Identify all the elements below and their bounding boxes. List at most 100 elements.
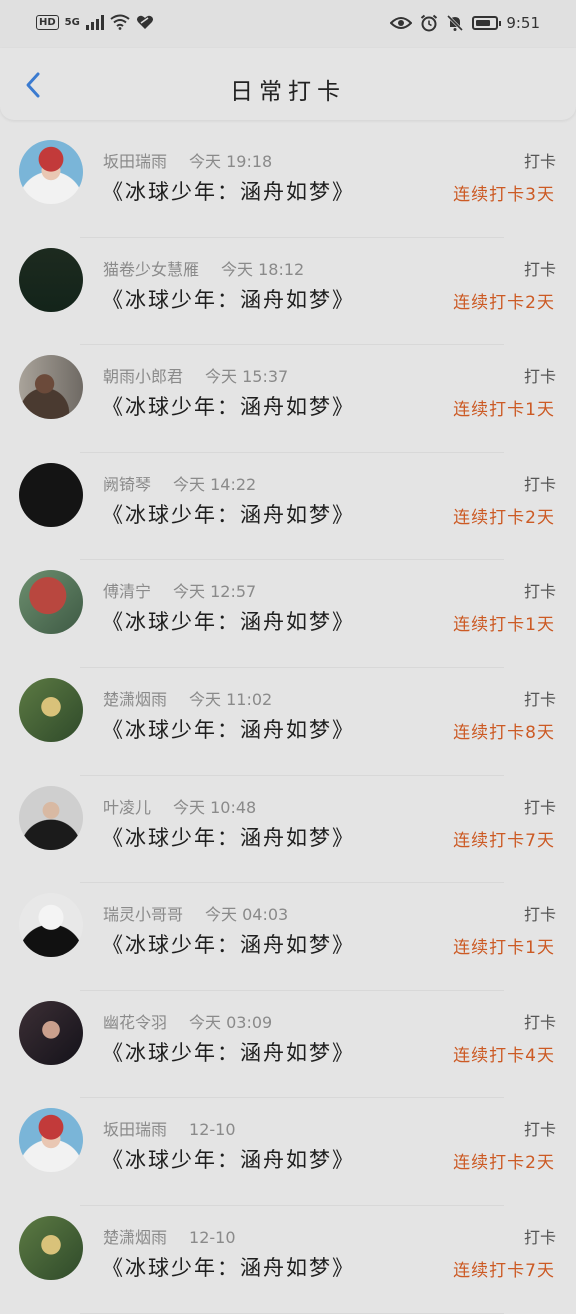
username[interactable]: 猫卷少女慧雁 [103, 260, 199, 279]
book-title[interactable]: 《冰球少年：涵舟如梦》 [102, 714, 355, 744]
status-left: HD 5G [36, 14, 154, 30]
checkin-time: 今天 10:48 [173, 797, 257, 817]
row-divider [80, 1312, 504, 1314]
avatar[interactable] [19, 677, 83, 742]
battery-icon [472, 16, 502, 30]
checkin-row[interactable]: 楚潇烟雨 今天 11:02 《冰球少年：涵舟如梦》 打卡 连续打卡8天 [0, 668, 576, 776]
checkin-list: 坂田瑞雨 今天 19:18 《冰球少年：涵舟如梦》 打卡 连续打卡3天 猫卷少女慧… [0, 130, 576, 1314]
username[interactable]: 朝雨小郎君 [103, 367, 183, 386]
checkin-row[interactable]: 幽花令羽 今天 03:09 《冰球少年：涵舟如梦》 打卡 连续打卡4天 [0, 991, 576, 1099]
checkin-row[interactable]: 叶凌儿 今天 10:48 《冰球少年：涵舟如梦》 打卡 连续打卡7天 [0, 776, 576, 884]
avatar[interactable] [19, 355, 83, 420]
streak-label: 连续打卡8天 [453, 722, 555, 743]
checkin-label: 打卡 [523, 474, 556, 494]
checkin-time: 12-10 [189, 1227, 236, 1247]
checkin-time: 今天 19:18 [189, 152, 273, 171]
username[interactable]: 坂田瑞雨 [103, 152, 167, 171]
checkin-row[interactable]: 朝雨小郎君 今天 15:37 《冰球少年：涵舟如梦》 打卡 连续打卡1天 [0, 345, 576, 453]
book-title[interactable]: 《冰球少年：涵舟如梦》 [102, 1144, 355, 1174]
checkin-label: 打卡 [523, 1012, 556, 1032]
username[interactable]: 坂田瑞雨 [103, 1120, 167, 1139]
checkin-label: 打卡 [523, 582, 556, 602]
streak-label: 连续打卡1天 [453, 615, 555, 636]
checkin-time: 12-10 [189, 1120, 236, 1140]
checkin-row[interactable]: 坂田瑞雨 今天 19:18 《冰球少年：涵舟如梦》 打卡 连续打卡3天 [0, 130, 576, 238]
username[interactable]: 叶凌儿 [103, 798, 151, 817]
streak-label: 连续打卡2天 [453, 292, 555, 313]
book-title[interactable]: 《冰球少年：涵舟如梦》 [102, 822, 355, 852]
checkin-row[interactable]: 坂田瑞雨 12-10 《冰球少年：涵舟如梦》 打卡 连续打卡2天 [0, 1098, 576, 1206]
checkin-label: 打卡 [523, 689, 556, 709]
streak-label: 连续打卡7天 [453, 830, 555, 851]
checkin-time: 今天 15:37 [205, 367, 289, 387]
username[interactable]: 楚潇烟雨 [103, 1228, 167, 1247]
streak-label: 连续打卡7天 [453, 1260, 555, 1281]
row-meta: 楚潇烟雨 12-10 [103, 1224, 236, 1248]
row-meta: 猫卷少女慧雁 今天 18:12 [103, 256, 304, 280]
status-time: 9:51 [506, 14, 540, 32]
book-title[interactable]: 《冰球少年：涵舟如梦》 [102, 176, 355, 206]
avatar[interactable] [19, 785, 83, 850]
row-meta: 朝雨小郎君 今天 15:37 [103, 363, 288, 387]
username[interactable]: 幽花令羽 [103, 1013, 167, 1032]
username[interactable]: 瑞灵小哥哥 [103, 905, 183, 924]
checkin-label: 打卡 [523, 1227, 556, 1247]
checkin-label: 打卡 [523, 905, 556, 925]
checkin-row[interactable]: 瑞灵小哥哥 今天 04:03 《冰球少年：涵舟如梦》 打卡 连续打卡1天 [0, 883, 576, 991]
avatar[interactable] [19, 570, 83, 635]
checkin-label: 打卡 [523, 367, 556, 387]
username[interactable]: 傅清宁 [103, 582, 151, 601]
book-title[interactable]: 《冰球少年：涵舟如梦》 [102, 606, 355, 636]
streak-label: 连续打卡2天 [453, 1153, 555, 1174]
row-meta: 楚潇烟雨 今天 11:02 [103, 686, 272, 710]
checkin-label: 打卡 [523, 152, 556, 171]
page-header: 日常打卡 [0, 48, 576, 120]
row-meta: 瑞灵小哥哥 今天 04:03 [103, 901, 288, 925]
streak-label: 连续打卡1天 [453, 938, 555, 959]
avatar[interactable] [19, 893, 83, 958]
checkin-row[interactable]: 傅清宁 今天 12:57 《冰球少年：涵舟如梦》 打卡 连续打卡1天 [0, 560, 576, 668]
streak-label: 连续打卡1天 [453, 400, 555, 421]
status-bar: HD 5G 9:51 [0, 0, 576, 48]
mute-bell-icon [447, 14, 464, 32]
book-title[interactable]: 《冰球少年：涵舟如梦》 [102, 1252, 355, 1282]
streak-label: 连续打卡2天 [453, 507, 555, 528]
checkin-time: 今天 12:57 [173, 582, 257, 602]
row-meta: 叶凌儿 今天 10:48 [103, 794, 256, 818]
hd-icon: HD [36, 14, 59, 30]
avatar[interactable] [19, 247, 83, 312]
checkin-row[interactable]: 阙锜琴 今天 14:22 《冰球少年：涵舟如梦》 打卡 连续打卡2天 [0, 453, 576, 561]
page-title: 日常打卡 [230, 79, 346, 105]
wifi-icon [110, 14, 130, 30]
row-meta: 坂田瑞雨 今天 19:18 [103, 148, 272, 172]
checkin-row[interactable]: 猫卷少女慧雁 今天 18:12 《冰球少年：涵舟如梦》 打卡 连续打卡2天 [0, 238, 576, 346]
heart-link-icon [136, 15, 153, 29]
checkin-row[interactable]: 楚潇烟雨 12-10 《冰球少年：涵舟如梦》 打卡 连续打卡7天 [0, 1206, 576, 1314]
avatar[interactable] [19, 140, 83, 204]
checkin-time: 今天 04:03 [205, 905, 289, 925]
avatar[interactable] [19, 1108, 83, 1173]
eye-icon [390, 17, 413, 29]
book-title[interactable]: 《冰球少年：涵舟如梦》 [102, 499, 355, 529]
checkin-time: 今天 11:02 [189, 689, 273, 709]
avatar[interactable] [19, 1215, 83, 1280]
row-meta: 傅清宁 今天 12:57 [103, 578, 256, 602]
book-title[interactable]: 《冰球少年：涵舟如梦》 [102, 1037, 355, 1067]
row-meta: 幽花令羽 今天 03:09 [103, 1009, 272, 1033]
network-type: 5G [64, 16, 80, 28]
checkin-time: 今天 14:22 [173, 474, 257, 494]
book-title[interactable]: 《冰球少年：涵舟如梦》 [102, 929, 355, 959]
username[interactable]: 楚潇烟雨 [103, 690, 167, 709]
alarm-icon [421, 14, 438, 32]
avatar[interactable] [19, 462, 83, 527]
book-title[interactable]: 《冰球少年：涵舟如梦》 [102, 391, 355, 421]
streak-label: 连续打卡4天 [453, 1045, 555, 1066]
status-right: 9:51 [390, 14, 540, 32]
streak-label: 连续打卡3天 [453, 185, 555, 205]
row-meta: 坂田瑞雨 12-10 [103, 1116, 236, 1140]
avatar[interactable] [19, 1000, 83, 1065]
checkin-time: 今天 18:12 [221, 259, 305, 279]
book-title[interactable]: 《冰球少年：涵舟如梦》 [102, 284, 355, 314]
row-meta: 阙锜琴 今天 14:22 [103, 471, 256, 495]
username[interactable]: 阙锜琴 [103, 475, 151, 494]
